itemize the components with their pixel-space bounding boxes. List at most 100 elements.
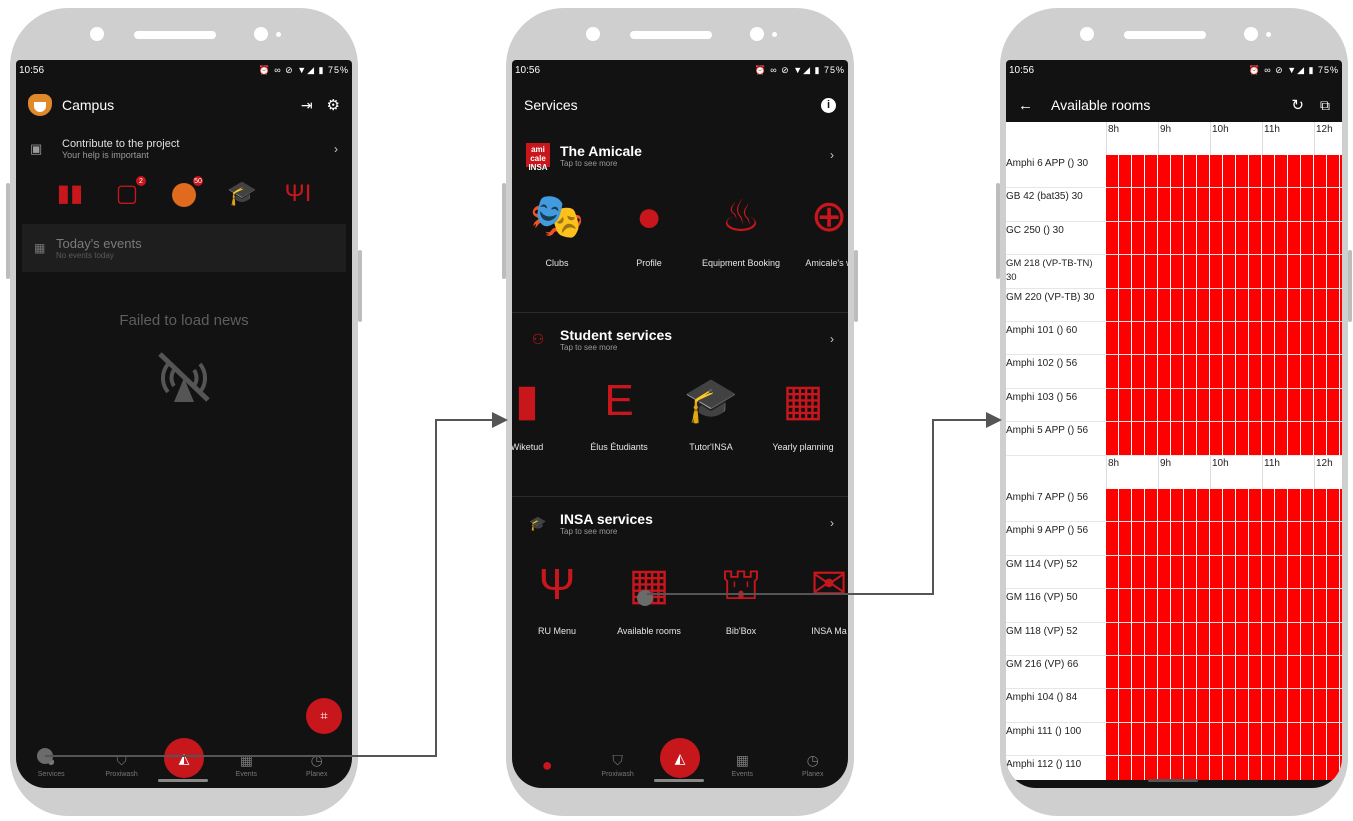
tile-tutorinsa[interactable]: 🎓 Tutor'INSA	[666, 372, 756, 452]
calendar-icon: ▦	[782, 376, 824, 425]
tile-elus-etudiants[interactable]: E Élus Étudiants	[574, 372, 664, 452]
table-row[interactable]: GM 118 (VP) 52	[1006, 622, 1342, 656]
camera-icon	[586, 27, 600, 41]
nav-proxiwash[interactable]: ⛉ Proxiwash	[94, 752, 150, 778]
contribute-row[interactable]: ▣ Contribute to the project Your help is…	[16, 132, 352, 166]
nav-events[interactable]: ▦ Events	[714, 752, 770, 778]
section-title: Student services	[560, 326, 673, 343]
table-row[interactable]: Amphi 7 APP () 56	[1006, 489, 1342, 523]
qr-scan-button[interactable]: ⌗	[306, 698, 342, 734]
nav-home-button[interactable]: ◭	[659, 738, 700, 778]
home-indicator	[654, 779, 704, 782]
tile-yearly-planning[interactable]: ▦ Yearly planning	[758, 372, 848, 452]
tile-wiketud[interactable]: ▮ Wiketud	[512, 372, 572, 452]
rooms-grid[interactable]: 8h 9h 10h 11h 12h Amphi 6 APP () 30 GB 4…	[1006, 122, 1342, 780]
proximo-icon[interactable]: 50	[170, 175, 204, 208]
table-row[interactable]: GM 116 (VP) 50	[1006, 589, 1342, 623]
page-title: Services	[524, 97, 578, 113]
occupancy-bar	[1106, 288, 1342, 321]
power-button	[358, 250, 362, 322]
info-icon[interactable]: i	[821, 97, 836, 113]
occupancy-bar	[1106, 689, 1342, 722]
refresh-icon[interactable]: ↻	[1291, 96, 1304, 114]
occupancy-bar	[1106, 489, 1342, 522]
washer-icon[interactable]: ▢ 2	[113, 175, 147, 208]
rooms-group-1: Amphi 6 APP () 30 GB 42 (bat35) 30 GC 25…	[1006, 155, 1342, 456]
occupancy-bar	[1106, 422, 1342, 455]
wiketud-icon: ▮	[514, 376, 540, 425]
table-row[interactable]: Amphi 9 APP () 56	[1006, 522, 1342, 556]
table-row[interactable]: Amphi 101 () 60	[1006, 321, 1342, 356]
table-row[interactable]: GC 250 () 30	[1006, 221, 1342, 256]
student-header[interactable]: ⚇ Student services Tap to see more ›	[512, 322, 848, 356]
events-card[interactable]: ▦ Today's events No events today	[22, 224, 346, 272]
occupancy-bar	[1106, 155, 1342, 188]
graduation-cap-icon: 🎓	[683, 376, 739, 425]
room-label: Amphi 102 () 56	[1006, 358, 1078, 370]
status-time: 10:56	[19, 64, 45, 76]
wiketud-icon[interactable]: ▮▮	[56, 180, 84, 208]
nav-planex[interactable]: ◷ Planex	[289, 752, 345, 778]
nav-services[interactable]: ● Services	[23, 753, 79, 778]
nav-planex[interactable]: ◷ Planex	[785, 752, 841, 778]
speaker	[1124, 31, 1206, 39]
hour-label: 9h	[1160, 458, 1172, 469]
globe-icon: ⊕	[810, 192, 848, 241]
student-tiles: ▮ Wiketud E Élus Étudiants 🎓 Tutor'INSA ▦ Ye…	[512, 372, 848, 462]
nav-events[interactable]: ▦ Events	[218, 752, 274, 778]
table-row[interactable]: GB 42 (bat35) 30	[1006, 188, 1342, 222]
room-label: GM 114 (VP) 52	[1006, 558, 1078, 570]
nav-proxiwash[interactable]: ⛉ Proxiwash	[590, 752, 646, 778]
app-bar: ← Available rooms ↻ ⧉	[1006, 90, 1342, 120]
page-title: Campus	[62, 97, 115, 113]
table-row[interactable]: Amphi 112 () 110	[1006, 756, 1342, 780]
open-external-icon[interactable]: ⧉	[1320, 97, 1330, 114]
people-icon: ⚇	[531, 331, 545, 347]
occupancy-bar	[1106, 321, 1342, 355]
feedback-icon: ▣	[30, 141, 43, 156]
graduation-cap-icon[interactable]: 🎓	[227, 180, 257, 208]
table-row[interactable]: Amphi 104 () 84	[1006, 689, 1342, 723]
settings-gear-icon[interactable]: ⚙	[327, 96, 340, 114]
news-error-text: Failed to load news	[119, 312, 249, 329]
tile-equipment-booking[interactable]: ♨ Equipment Booking	[696, 188, 786, 268]
calendar-icon: ▦	[628, 560, 670, 609]
contribute-subtitle: Your help is important	[62, 150, 149, 160]
elus-logo-icon: E	[604, 376, 634, 425]
calendar-icon: ▦	[239, 752, 253, 768]
table-row[interactable]: Amphi 5 APP () 56	[1006, 422, 1342, 456]
tile-amicale-website[interactable]: ⊕ Amicale's w	[784, 188, 848, 268]
nav-profile[interactable]: ●	[519, 755, 575, 778]
table-row[interactable]: GM 220 (VP-TB) 30	[1006, 288, 1342, 322]
screen: 10:56 ⏰ ∞ ⊘ ▼◢ ▮ 75% Campus ⇥ ⚙ ▣ Contri…	[16, 60, 352, 788]
restaurant-icon[interactable]: ΨΙ	[284, 180, 312, 208]
table-row[interactable]: GM 114 (VP) 52	[1006, 555, 1342, 590]
touch-indicator	[637, 590, 653, 606]
table-row[interactable]: Amphi 6 APP () 30	[1006, 155, 1342, 189]
occupancy-bar	[1106, 756, 1342, 780]
table-row[interactable]: GM 216 (VP) 66	[1006, 655, 1342, 690]
nav-home-button[interactable]: ◭	[163, 738, 204, 778]
tile-ru-menu[interactable]: Ψ RU Menu	[512, 556, 602, 636]
calendar-icon: ▦	[735, 752, 749, 768]
tile-insa-mail[interactable]: ✉ INSA Ma	[784, 556, 848, 636]
room-label: Amphi 103 () 56	[1006, 391, 1078, 403]
logout-icon[interactable]: ⇥	[301, 97, 313, 114]
tile-clubs[interactable]: 🎭 Clubs	[512, 188, 602, 268]
back-arrow-icon[interactable]: ←	[1018, 97, 1033, 114]
amicale-header[interactable]: ami cale INSA The Amicale Tap to see mor…	[512, 138, 848, 172]
fox-logo-icon	[28, 94, 52, 116]
table-row[interactable]: Amphi 102 () 56	[1006, 355, 1342, 389]
room-label: Amphi 5 APP () 56	[1006, 425, 1089, 437]
insa-header[interactable]: 🎓 INSA services Tap to see more ›	[512, 506, 848, 540]
table-row[interactable]: GM 218 (VP-TB-TN) 30	[1006, 255, 1342, 289]
person-icon: ●	[541, 755, 553, 775]
table-row[interactable]: Amphi 111 () 100	[1006, 722, 1342, 757]
chevron-right-icon: ›	[830, 332, 834, 346]
tile-profile[interactable]: ● Profile	[604, 188, 694, 268]
tshirt-icon: ⛉	[116, 752, 127, 768]
graduation-cap-icon: 🎓	[529, 515, 547, 531]
status-bar: 10:56 ⏰ ∞ ⊘ ▼◢ ▮ 75%	[16, 60, 352, 80]
table-row[interactable]: Amphi 103 () 56	[1006, 388, 1342, 423]
tile-bibbox[interactable]: ⛫ Bib'Box	[696, 556, 786, 636]
